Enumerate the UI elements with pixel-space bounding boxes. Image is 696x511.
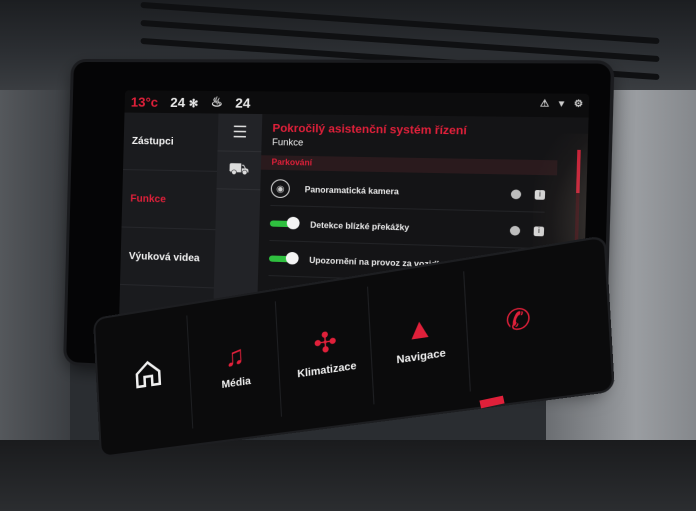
setting-label: Detekce blízké překážky	[310, 219, 410, 233]
phone-icon: ✆	[504, 300, 532, 338]
temperature-readout[interactable]: 13°c	[131, 94, 159, 109]
menu-item-zastupci[interactable]: Zástupci	[123, 112, 219, 172]
navigation-arrow-icon: ▲	[404, 309, 435, 347]
setting-label: Panoramatická kamera	[304, 184, 399, 196]
fan-speed-right[interactable]: 24	[235, 95, 251, 111]
seat-heat-icon[interactable]: ♨	[211, 94, 223, 110]
menu-item-funkce[interactable]: Funkce	[121, 170, 217, 231]
navigation-button[interactable]: ▲ Navigace	[371, 271, 471, 404]
camera-icon: ◉	[270, 179, 291, 199]
menu-item-vyukova-videa[interactable]: Výuková videa	[120, 227, 216, 289]
home-icon	[132, 356, 163, 391]
climate-label: Klimatizace	[296, 359, 357, 381]
music-icon: ♫	[223, 338, 246, 373]
status-icons: ⚠ ▾ ⚙	[539, 97, 587, 109]
climate-button[interactable]: ✣ Klimatizace	[279, 286, 375, 417]
fan-speed-left[interactable]: 24 ✻	[170, 94, 198, 110]
hamburger-menu-icon[interactable]: ☰	[217, 113, 263, 153]
fan-icon: ✻	[188, 97, 199, 110]
radio-button[interactable]	[509, 225, 521, 236]
media-label: Média	[221, 375, 252, 391]
page-title: Pokročilý asistenční systém řízení	[272, 122, 467, 138]
car-icon[interactable]: ⛟	[216, 151, 262, 191]
phone-button[interactable]: ✆	[468, 255, 571, 391]
toggle-switch[interactable]	[268, 255, 295, 263]
toggle-switch[interactable]	[269, 220, 296, 228]
navigation-label: Navigace	[396, 347, 447, 367]
setting-row[interactable]: ◉ Panoramatická kamera i	[270, 171, 546, 213]
radio-button[interactable]	[510, 188, 522, 199]
page-subtitle: Funkce	[271, 136, 304, 148]
media-button[interactable]: ♫ Média	[190, 301, 283, 429]
home-button[interactable]	[105, 315, 194, 440]
fan-icon: ✣	[312, 324, 338, 360]
